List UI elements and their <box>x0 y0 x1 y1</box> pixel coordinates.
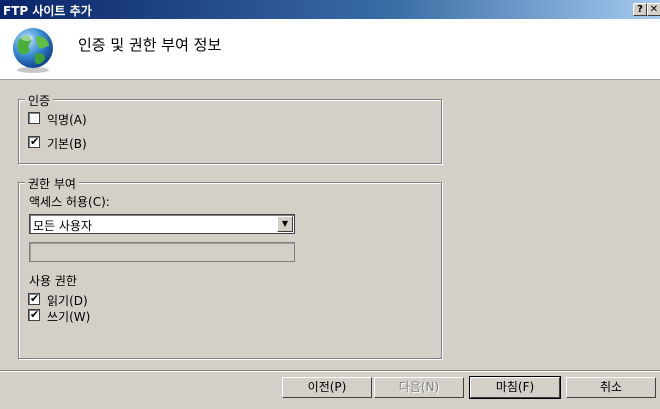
access-label: 액세스 허용(C): <box>29 195 110 209</box>
checkmark-icon: ✔ <box>30 135 40 148</box>
chevron-down-icon[interactable]: ▼ <box>277 216 293 232</box>
authorization-legend: 권한 부여 <box>25 175 79 192</box>
access-dropdown-value: 모든 사용자 <box>33 219 93 233</box>
authentication-group: 인증 <box>18 92 442 164</box>
window-title: FTP 사이트 추가 <box>3 4 92 18</box>
basic-checkbox[interactable]: ✔ <box>28 135 40 148</box>
next-button[interactable]: 다음(N) <box>374 377 464 398</box>
write-checkbox[interactable]: ✔ <box>28 308 40 321</box>
wizard-header: 인증 및 권한 부여 정보 <box>0 19 660 80</box>
basic-label: 기본(B) <box>47 137 87 151</box>
page-title: 인증 및 권한 부여 정보 <box>78 36 222 54</box>
anonymous-checkbox[interactable] <box>28 112 40 124</box>
cancel-button[interactable]: 취소 <box>566 377 656 398</box>
authentication-legend: 인증 <box>25 92 54 109</box>
checkmark-icon: ✔ <box>30 308 40 321</box>
finish-button[interactable]: 마침(F) <box>469 376 561 399</box>
close-button[interactable]: ✕ <box>647 3 660 16</box>
footer-divider <box>0 370 660 372</box>
anonymous-label: 익명(A) <box>47 113 87 127</box>
help-button[interactable]: ? <box>633 3 647 16</box>
write-label: 쓰기(W) <box>47 310 91 324</box>
globe-icon <box>13 28 53 73</box>
user-role-input <box>29 242 295 262</box>
previous-button[interactable]: 이전(P) <box>282 377 372 398</box>
read-label: 읽기(D) <box>47 294 88 308</box>
title-bar: FTP 사이트 추가 ? ✕ <box>0 0 660 19</box>
access-dropdown[interactable]: 모든 사용자 ▼ <box>29 214 295 234</box>
read-checkbox[interactable]: ✔ <box>28 292 40 305</box>
permissions-label: 사용 권한 <box>29 274 77 288</box>
checkmark-icon: ✔ <box>30 292 40 305</box>
